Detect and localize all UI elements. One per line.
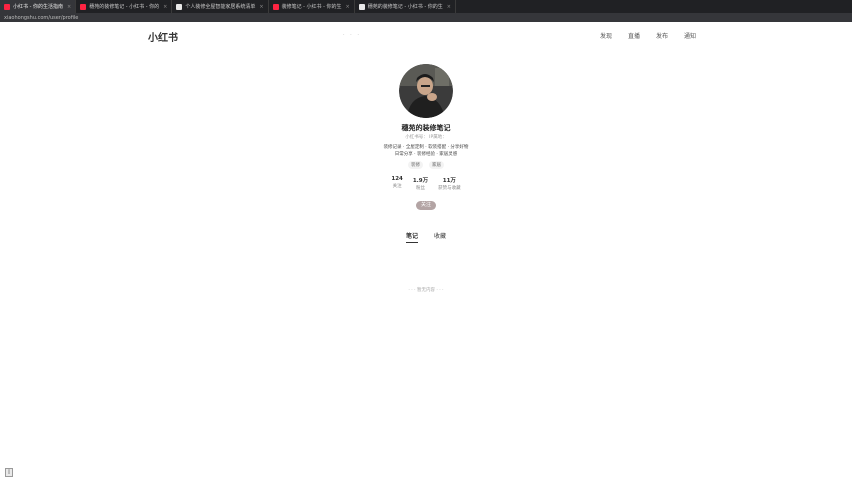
- close-icon[interactable]: ×: [67, 4, 71, 10]
- profile-stats: 124 关注 1.9万 粉丝 11万 获赞与收藏: [0, 176, 852, 191]
- stat-following[interactable]: 124 关注: [391, 176, 402, 191]
- avatar[interactable]: [399, 64, 453, 118]
- search-input[interactable]: · · ·: [343, 32, 361, 38]
- profile-tag: 家居: [429, 161, 444, 169]
- bio-line: 日常分享 · 装修经验 · 家居灵感: [394, 151, 458, 157]
- address-text: xiaohongshu.com/user/profile: [4, 14, 79, 21]
- favicon-icon: [358, 3, 365, 10]
- browser-tab-label: 装修笔记 - 小红书 - 你的生: [281, 4, 342, 10]
- stat-label: 粉丝: [415, 186, 425, 191]
- site-logo[interactable]: 小红书: [148, 29, 178, 44]
- browser-tab[interactable]: 个人装修全屋智能家居系统清单 ×: [172, 0, 269, 13]
- browser-tab[interactable]: 小红书 - 你的生活指南 ×: [0, 0, 77, 13]
- close-icon[interactable]: ×: [259, 4, 263, 10]
- profile-name: 穗苑的装修笔记: [401, 124, 451, 132]
- stat-number: 124: [391, 176, 403, 182]
- profile-section: 穗苑的装修笔记 小红书号： IP属地： 装修记录 · 全屋定制 · 软装搭配 ·…: [0, 64, 852, 210]
- browser-tab-bar: 小红书 - 你的生活指南 × 穗苑的装修笔记 - 小红书 - 你的 × 个人装修…: [0, 0, 852, 13]
- profile-tag: 装修: [408, 161, 423, 169]
- empty-message: · · · 暂无内容 · · ·: [408, 288, 444, 293]
- browser-tab[interactable]: 装修笔记 - 小红书 - 你的生 ×: [269, 0, 355, 13]
- follow-button[interactable]: 关注: [416, 201, 436, 210]
- favicon-icon: [272, 3, 279, 10]
- tab-favorites[interactable]: 收藏: [434, 231, 446, 243]
- stat-label: 获赞与收藏: [438, 186, 461, 191]
- browser-tab[interactable]: 穗苑的装修笔记 - 小红书 - 你的 ×: [76, 0, 173, 13]
- stat-number: 1.9万: [412, 178, 429, 184]
- favicon-icon: [176, 3, 183, 10]
- nav-item-publish[interactable]: 发布: [656, 31, 668, 40]
- address-bar[interactable]: xiaohongshu.com/user/profile: [0, 13, 852, 22]
- profile-tags: 装修 家居: [0, 161, 852, 169]
- browser-tab-label: 穗苑的装修笔记 - 小红书 - 你的: [89, 4, 160, 10]
- profile-bio: 装修记录 · 全屋定制 · 软装搭配 · 分享好物 日常分享 · 装修经验 · …: [0, 145, 852, 158]
- browser-tab-label: 穗苑的装修笔记 - 小红书 - 你的生: [367, 4, 443, 10]
- stat-label: 关注: [392, 184, 402, 189]
- top-nav: 发现 直播 发布 通知: [600, 31, 696, 40]
- nav-item-notifications[interactable]: 通知: [684, 31, 696, 40]
- nav-item-live[interactable]: 直播: [628, 31, 640, 40]
- stat-followers[interactable]: 1.9万 粉丝: [413, 176, 428, 191]
- tab-notes[interactable]: 笔记: [405, 231, 418, 243]
- stat-number: 11万: [442, 178, 456, 184]
- favicon-icon: [80, 3, 87, 10]
- nav-item-discover[interactable]: 发现: [600, 31, 612, 40]
- document-icon[interactable]: ▯: [5, 468, 13, 477]
- browser-tab-label: 个人装修全屋智能家居系统清单: [185, 4, 256, 10]
- close-icon[interactable]: ×: [447, 4, 451, 10]
- close-icon[interactable]: ×: [346, 4, 350, 10]
- favicon-icon: [4, 3, 10, 10]
- site-header: 小红书 · · · 发现 直播 发布 通知: [0, 22, 852, 50]
- stat-likes: 11万 获赞与收藏: [438, 176, 461, 191]
- browser-tab-label: 小红书 - 你的生活指南: [13, 4, 63, 10]
- close-icon[interactable]: ×: [163, 4, 167, 10]
- profile-id: 小红书号： IP属地：: [405, 135, 447, 140]
- browser-tab[interactable]: 穗苑的装修笔记 - 小红书 - 你的生 ×: [355, 0, 456, 13]
- content-tabs: 笔记 收藏: [0, 231, 852, 243]
